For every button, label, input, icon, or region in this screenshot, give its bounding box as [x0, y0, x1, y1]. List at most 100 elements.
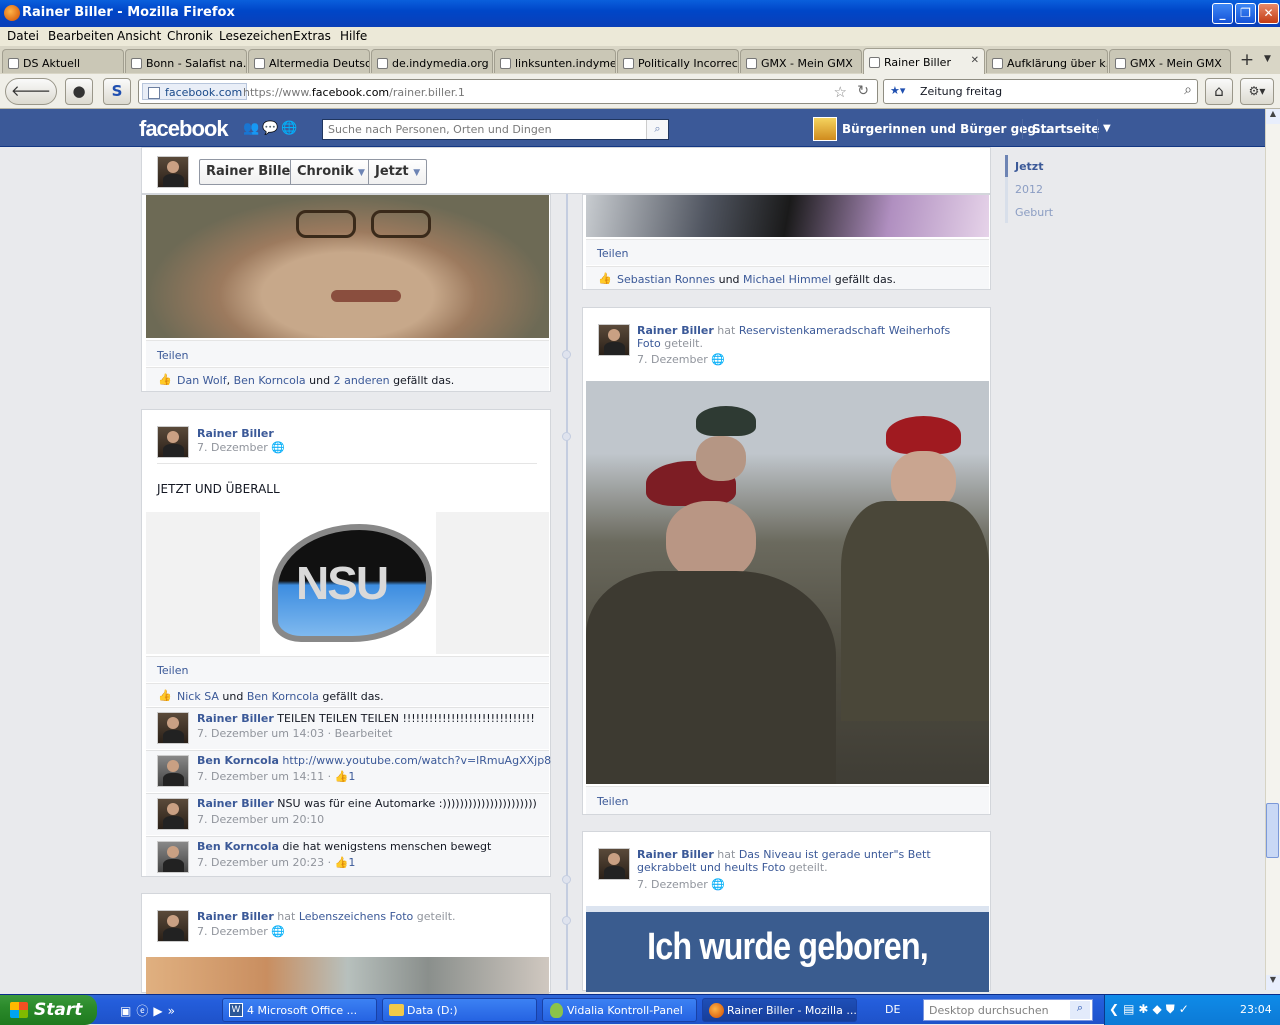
url-bar[interactable]: facebook.com https://www.facebook.com/ra…	[138, 79, 878, 104]
search-icon[interactable]: ⌕	[1184, 82, 1192, 98]
search-input[interactable]: Zeitung freitag	[920, 85, 1002, 98]
commenter-avatar[interactable]	[157, 841, 189, 873]
taskbar-item-vidalia[interactable]: Vidalia Kontroll-Panel	[542, 998, 697, 1022]
tab-politically-incorrect[interactable]: Politically Incorrect	[617, 49, 739, 73]
liker-link[interactable]: 2 anderen	[334, 374, 390, 387]
scrollbar-thumb[interactable]	[1266, 803, 1279, 858]
commenter-avatar[interactable]	[157, 712, 189, 744]
bookmark-star-icon[interactable]: ☆	[834, 83, 847, 101]
outlook-icon[interactable]: ▣	[120, 1004, 136, 1018]
profile-avatar[interactable]	[157, 156, 189, 188]
notifications-icon[interactable]: 🌐	[281, 121, 300, 136]
author-avatar[interactable]	[157, 910, 189, 942]
search-engine-icon[interactable]: ★▾	[890, 84, 905, 97]
media-player-icon[interactable]: ▶	[153, 1004, 167, 1018]
desktop-search-input[interactable]: Desktop durchsuchen ⌕	[923, 999, 1093, 1021]
profile-name-button[interactable]: Rainer Biller	[199, 159, 304, 185]
tab-gmx[interactable]: GMX - Mein GMX	[740, 49, 862, 73]
menu-lesezeichen[interactable]: Lesezeichen	[219, 29, 293, 43]
author-name[interactable]: Rainer Biller	[197, 910, 274, 923]
post-date[interactable]: 7. Dezember 🌐	[637, 878, 725, 891]
tab-indymedia[interactable]: de.indymedia.org ...	[371, 49, 493, 73]
commenter-name[interactable]: Ben Korncola	[197, 754, 279, 767]
chronik-dropdown[interactable]: Chronik ▼	[290, 159, 372, 185]
timeline-nav-jetzt[interactable]: Jetzt	[1015, 160, 1043, 173]
share-link[interactable]: Teilen	[157, 664, 188, 677]
post-photo[interactable]	[146, 957, 549, 994]
friend-requests-icon[interactable]: 👥	[243, 121, 262, 136]
post-image-frame[interactable]: NSU	[146, 512, 549, 654]
comment-like-count[interactable]: 👍1	[335, 770, 356, 783]
commenter-name[interactable]: Ben Korncola	[197, 840, 279, 853]
source-link[interactable]: Lebenszeichens Foto	[299, 910, 413, 923]
author-avatar[interactable]	[157, 426, 189, 458]
jewel-icons[interactable]: 👥💬🌐	[243, 121, 301, 136]
tab-aufklaerung[interactable]: Aufklärung über k...	[986, 49, 1108, 73]
group-link[interactable]: Bürgerinnen und Bürger geg...	[842, 122, 1050, 136]
commenter-avatar[interactable]	[157, 798, 189, 830]
facebook-search-input[interactable]: Suche nach Personen, Orten und Dingen ⌕	[322, 119, 669, 140]
bluetooth-icon[interactable]: ✱	[1138, 1002, 1152, 1016]
network-icon[interactable]: ▤	[1123, 1002, 1138, 1016]
post-date[interactable]: 7. Dezember 🌐	[197, 441, 285, 454]
tab-ds-aktuell[interactable]: DS Aktuell	[2, 49, 124, 73]
taskbar-item-office[interactable]: W4 Microsoft Office ...	[222, 998, 377, 1022]
liker-link[interactable]: Dan Wolf	[177, 374, 227, 387]
tab-gmx-2[interactable]: GMX - Mein GMX	[1109, 49, 1231, 73]
minimize-button[interactable]: _	[1212, 3, 1233, 24]
url-text[interactable]: https://www.facebook.com/rainer.biller.1	[243, 86, 465, 99]
commenter-name[interactable]: Rainer Biller	[197, 797, 274, 810]
comment-link[interactable]: http://www.youtube.com/watch?v=lRmuAgXXj…	[282, 754, 551, 767]
messages-icon[interactable]: 💬	[262, 121, 281, 136]
author-avatar[interactable]	[598, 848, 630, 880]
scroll-down-icon[interactable]: ▼	[1266, 975, 1280, 990]
taskbar-item-data[interactable]: Data (D:)	[382, 998, 537, 1022]
ie-icon[interactable]: ⓔ	[136, 1004, 153, 1018]
share-link[interactable]: Teilen	[597, 795, 628, 808]
search-icon[interactable]: ⌕	[1070, 1001, 1090, 1019]
post-date[interactable]: 7. Dezember 🌐	[197, 925, 285, 938]
author-name[interactable]: Rainer Biller	[637, 324, 714, 337]
menu-ansicht[interactable]: Ansicht	[117, 29, 161, 43]
start-button[interactable]: Start	[0, 995, 97, 1025]
post-image[interactable]: Ich wurde geboren,	[586, 906, 989, 992]
timeline-nav-2012[interactable]: 2012	[1015, 183, 1043, 196]
clock[interactable]: 23:04	[1240, 1003, 1272, 1016]
home-link[interactable]: Startseite	[1032, 122, 1099, 136]
menu-bearbeiten[interactable]: Bearbeiten	[48, 29, 114, 43]
search-bar[interactable]: ★▾ Zeitung freitag ⌕	[883, 79, 1198, 104]
liker-link[interactable]: Ben Korncola	[247, 690, 319, 703]
new-tab-button[interactable]: +	[1236, 50, 1258, 72]
liker-link[interactable]: Nick SA	[177, 690, 219, 703]
post-photo-soldiers[interactable]	[586, 381, 989, 784]
post-photo[interactable]	[146, 195, 549, 338]
scroll-up-icon[interactable]: ▲	[1266, 109, 1280, 124]
tab-bonn[interactable]: Bonn - Salafist na...	[125, 49, 247, 73]
author-name[interactable]: Rainer Biller	[197, 427, 274, 440]
close-button[interactable]: ✕	[1258, 3, 1279, 24]
account-menu-icon[interactable]: ▼	[1103, 123, 1111, 134]
menu-chronik[interactable]: Chronik	[167, 29, 213, 43]
addon-icon[interactable]: ●	[65, 78, 93, 105]
tab-linksunten[interactable]: linksunten.indyme...	[494, 49, 616, 73]
menu-extras[interactable]: Extras	[293, 29, 331, 43]
search-icon[interactable]: ⌕	[646, 120, 668, 139]
site-identity-button[interactable]: facebook.com	[142, 83, 248, 100]
taskbar-item-firefox[interactable]: Rainer Biller - Mozilla ...	[702, 998, 857, 1022]
menu-hilfe[interactable]: Hilfe	[340, 29, 367, 43]
comment-like-count[interactable]: 👍1	[335, 856, 356, 869]
share-link[interactable]: Teilen	[597, 247, 628, 260]
liker-link[interactable]: Sebastian Ronnes	[617, 273, 715, 286]
more-icon[interactable]: »	[168, 1004, 180, 1018]
close-tab-icon[interactable]: ✕	[971, 55, 979, 66]
maximize-button[interactable]: ❐	[1235, 3, 1256, 24]
tray-arrow-icon[interactable]: ❮	[1109, 1002, 1123, 1016]
shield-icon[interactable]: ⛊	[1166, 1002, 1179, 1016]
back-arrow-icon[interactable]: 🡐	[11, 82, 51, 100]
tab-altermedia[interactable]: Altermedia Deutsc...	[248, 49, 370, 73]
antivirus-icon[interactable]: ✓	[1179, 1002, 1193, 1016]
post-photo[interactable]	[586, 195, 989, 237]
liker-link[interactable]: Michael Himmel	[743, 273, 831, 286]
home-icon[interactable]: ⌂	[1205, 78, 1233, 105]
author-name[interactable]: Rainer Biller	[637, 848, 714, 861]
